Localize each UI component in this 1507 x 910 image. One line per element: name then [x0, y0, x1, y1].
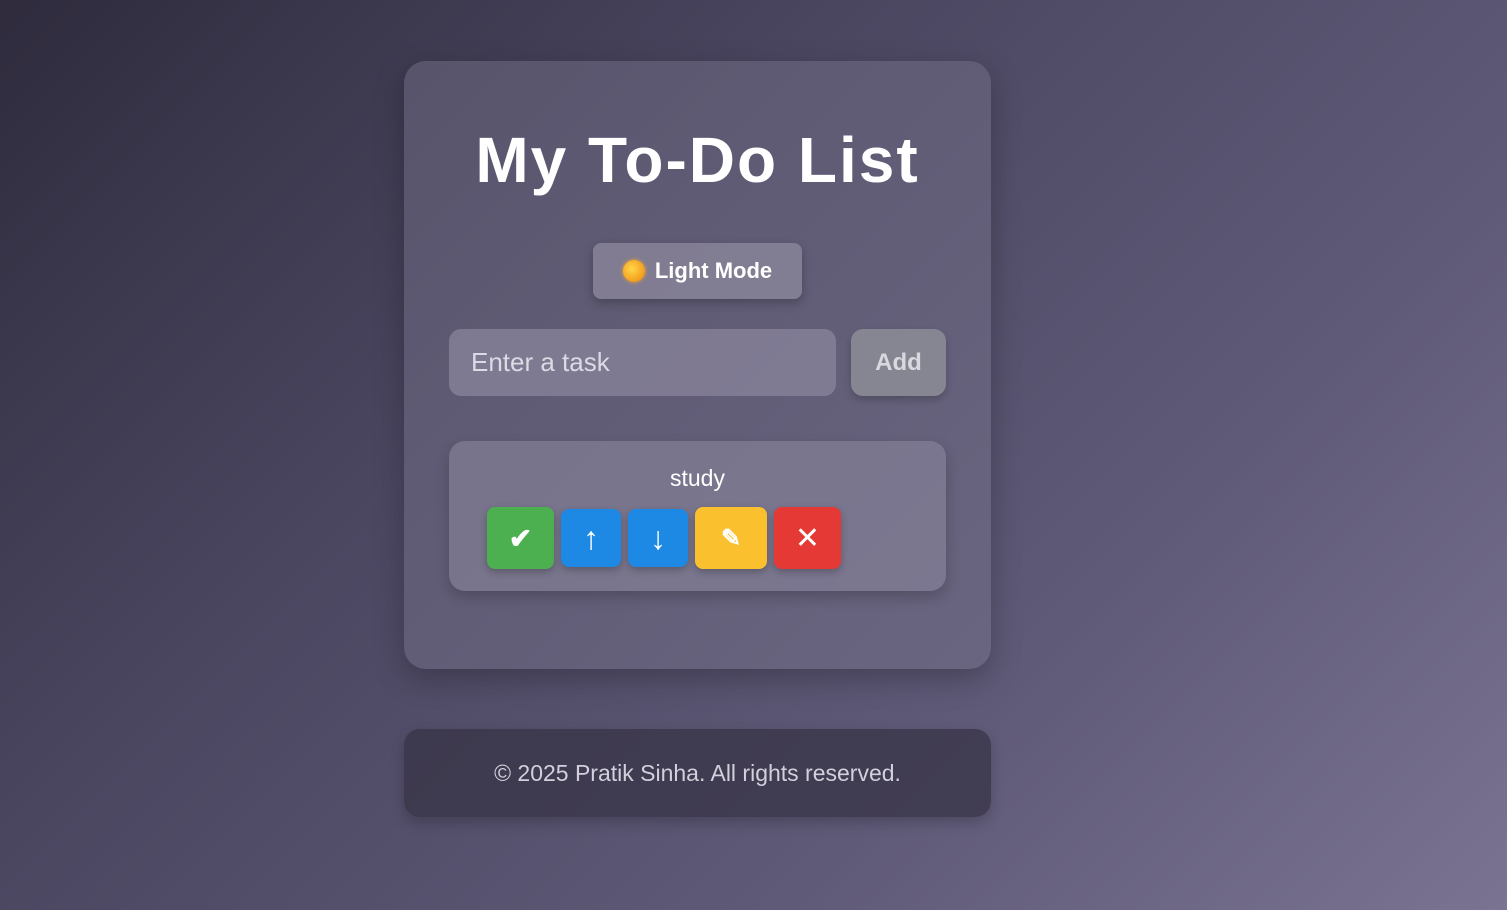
move-up-button[interactable]: ↑	[561, 509, 621, 567]
move-down-button[interactable]: ↓	[628, 509, 688, 567]
footer-text: © 2025 Pratik Sinha. All rights reserved…	[494, 759, 901, 786]
task-input[interactable]	[449, 329, 836, 396]
edit-button[interactable]: ✎	[695, 507, 767, 569]
list-item: study ✔ ↑ ↓ ✎ ✕	[449, 441, 946, 591]
sun-icon	[622, 260, 645, 282]
add-button[interactable]: Add	[851, 329, 946, 396]
todo-card: My To-Do List Light Mode Add study ✔ ↑ ↓…	[404, 61, 991, 669]
task-actions: ✔ ↑ ↓ ✎ ✕	[487, 507, 841, 569]
delete-button[interactable]: ✕	[774, 507, 841, 569]
theme-toggle-label: Light Mode	[654, 258, 773, 283]
page-title: My To-Do List	[475, 124, 920, 196]
theme-toggle-button[interactable]: Light Mode	[593, 243, 802, 299]
complete-button[interactable]: ✔	[487, 507, 554, 569]
footer: © 2025 Pratik Sinha. All rights reserved…	[404, 729, 991, 817]
task-text: study	[670, 465, 725, 491]
